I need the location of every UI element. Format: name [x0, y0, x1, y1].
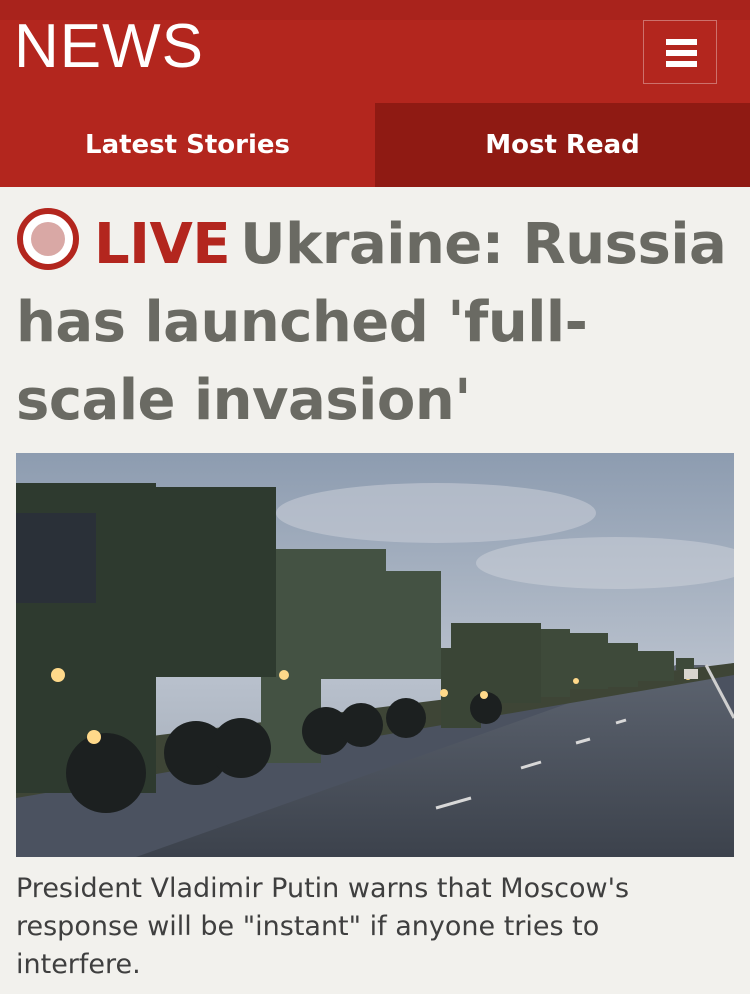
tab-latest-stories[interactable]: Latest Stories [0, 103, 375, 187]
article-photo[interactable] [16, 453, 734, 857]
tab-most-read[interactable]: Most Read [375, 103, 750, 187]
headline-block: LIVE Ukraine: Russia has launched 'full-s… [16, 206, 736, 440]
news-logo[interactable]: NEWS [14, 14, 204, 80]
live-label: LIVE [94, 212, 231, 277]
section-tabs: Latest Stories Most Read [0, 103, 750, 187]
photo-caption: President Vladimir Putin warns that Mosc… [16, 873, 630, 980]
article-headline[interactable]: LIVE Ukraine: Russia has launched 'full-s… [16, 206, 736, 440]
site-header: NEWS Latest Stories Most Read [0, 0, 750, 187]
menu-button[interactable] [643, 20, 717, 84]
live-radio-icon [17, 208, 79, 270]
convoy-photo-illustration [16, 453, 734, 857]
